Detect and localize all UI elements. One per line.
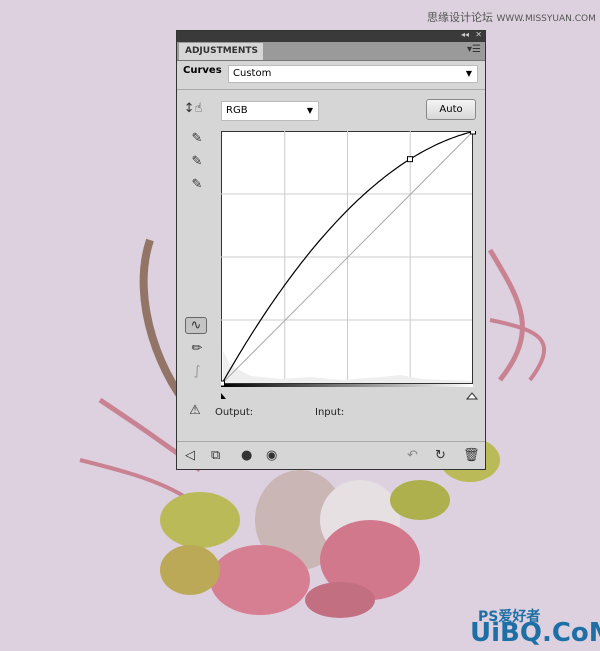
- collapse-icon[interactable]: ◂◂: [461, 30, 469, 39]
- curve-point[interactable]: [221, 380, 225, 387]
- tab-adjustments[interactable]: ADJUSTMENTS: [179, 43, 263, 60]
- gray-eyedropper-icon[interactable]: ✎: [187, 154, 207, 169]
- curve-point[interactable]: [470, 131, 476, 135]
- black-eyedropper-icon[interactable]: ✎: [187, 131, 207, 146]
- preset-label: Curves: [183, 65, 222, 76]
- watermark-url-bottom: UiBQ.CoM: [470, 618, 600, 648]
- auto-button[interactable]: Auto: [426, 99, 476, 120]
- output-label: Output:: [215, 407, 254, 418]
- close-icon[interactable]: ✕: [475, 30, 482, 39]
- preset-value: Custom: [233, 68, 272, 79]
- clip-to-layer-icon[interactable]: ⧉: [211, 448, 220, 463]
- back-icon[interactable]: ◁: [185, 448, 195, 463]
- view-previous-icon[interactable]: ↶: [407, 448, 418, 463]
- watermark-top: 思缘设计论坛 WWW.MISSYUAN.COM: [427, 9, 596, 25]
- watermark-url: WWW.MISSYUAN.COM: [496, 14, 596, 24]
- white-eyedropper-icon[interactable]: ✎: [187, 177, 207, 192]
- panel-footer: ◁ ⧉ ● ◉ ↶ ↻ 🗑: [177, 441, 485, 470]
- trash-icon[interactable]: 🗑: [463, 448, 480, 463]
- target-adjust-icon[interactable]: ↕☝: [183, 101, 203, 116]
- watermark-chinese: 思缘设计论坛: [427, 11, 493, 24]
- divider: [177, 89, 485, 90]
- reset-icon[interactable]: ↻: [435, 448, 446, 463]
- channel-select[interactable]: RGB ▼: [221, 101, 319, 121]
- clipping-warning-icon[interactable]: ⚠: [185, 403, 205, 418]
- chevron-down-icon: ▼: [465, 69, 472, 78]
- black-point-slider[interactable]: [221, 393, 226, 399]
- curves-graph[interactable]: [221, 131, 479, 406]
- visibility-mask-icon[interactable]: ●: [241, 448, 252, 463]
- curve-point[interactable]: [407, 156, 414, 163]
- chevron-down-icon: ▼: [306, 106, 313, 115]
- adjustments-panel: ◂◂ ✕ ADJUSTMENTS ▾☰ Curves Custom ▼ ↕☝ RG…: [176, 30, 486, 470]
- smooth-icon[interactable]: ∫: [187, 364, 207, 379]
- eye-icon[interactable]: ◉: [266, 448, 277, 463]
- preset-select[interactable]: Custom ▼: [228, 65, 478, 83]
- curve-points-icon[interactable]: ∿: [185, 317, 207, 334]
- input-label: Input:: [315, 407, 345, 418]
- panel-titlebar[interactable]: ◂◂ ✕: [177, 30, 485, 42]
- channel-value: RGB: [226, 105, 248, 116]
- white-point-slider[interactable]: [465, 392, 479, 400]
- pencil-icon[interactable]: ✏: [187, 341, 207, 356]
- panel-menu-icon[interactable]: ▾☰: [467, 44, 481, 55]
